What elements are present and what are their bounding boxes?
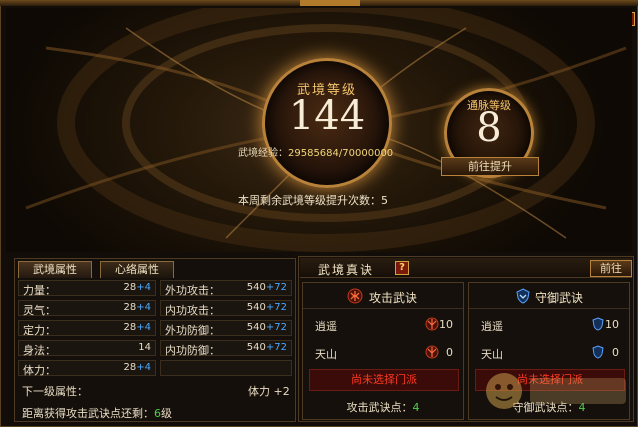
attack-arts-title: 攻击武诀 [369, 291, 418, 305]
art-name: 逍遥 [315, 320, 337, 333]
attack-point-distance: 距离获得攻击武诀点还剩：6级 [22, 405, 172, 421]
stat-row-inner-defense: 内功防御： 540+72 [160, 340, 292, 357]
distance-prefix: 距离获得攻击武诀点还剩： [22, 407, 154, 420]
realm-exp-value: 29585684/70000000 [288, 148, 394, 159]
defense-arts-header: 守御武诀 [469, 283, 629, 309]
stat-row-outer-attack: 外功攻击： 540+72 [160, 280, 292, 297]
stat-name: 定力： [23, 324, 56, 337]
stat-value: 28+4 [124, 302, 151, 313]
attack-arts-header: 攻击武诀 [303, 283, 463, 309]
defense-shield-icon [592, 345, 604, 359]
art-count: 10 [605, 318, 619, 331]
top-ornament [300, 0, 360, 6]
stat-base: 28 [123, 362, 137, 373]
next-level-attributes-label: 下一级属性： [22, 385, 88, 398]
stat-row-inner-attack: 内功攻击： 540+72 [160, 300, 292, 317]
stat-base: 540 [246, 342, 266, 353]
stat-name: 身法： [23, 344, 56, 357]
stat-value: 540+72 [247, 302, 287, 313]
attack-points: 攻击武诀点：4 [303, 399, 463, 415]
stat-row-outer-defense: 外功防御： 540+72 [160, 320, 292, 337]
stat-base: 540 [246, 302, 266, 313]
meridian-level-value: 8 [476, 105, 502, 151]
stat-base: 28 [123, 282, 137, 293]
stat-bonus: +4 [136, 362, 151, 373]
top-border [0, 0, 638, 6]
stat-base: 540 [246, 322, 266, 333]
stat-row-empty [160, 360, 292, 376]
stat-value: 540+72 [247, 322, 287, 333]
stat-row-focus: 定力： 28+4 [18, 320, 156, 337]
stat-value: 540+72 [247, 282, 287, 293]
next-level-attributes-value: 体力 +2 [248, 385, 290, 398]
defense-art-item[interactable]: 天山 0 [475, 343, 625, 363]
attack-points-value: 4 [412, 401, 420, 414]
stat-value: 28+4 [124, 362, 151, 373]
art-count: 0 [612, 346, 619, 359]
art-count: 0 [446, 346, 453, 359]
stat-base: 28 [123, 302, 137, 313]
stat-base: 28 [123, 322, 137, 333]
stat-base: 540 [246, 282, 266, 293]
stat-bonus: +72 [265, 342, 287, 353]
realm-exp: 武境经验：29585684/70000000 [238, 144, 438, 159]
stat-name: 外功防御： [165, 324, 220, 337]
distance-suffix: 级 [161, 407, 172, 420]
attack-rune-icon [425, 345, 439, 359]
stat-name: 灵气： [23, 304, 56, 317]
attack-rune-icon [347, 288, 363, 304]
defense-shield-icon [516, 288, 530, 304]
stat-value: 14 [138, 342, 151, 353]
weekly-upgrades-remaining: 本周剩余武境等级提升次数：5 [238, 194, 388, 207]
realm-level-orb: 武境等级 144 [262, 58, 392, 188]
defense-shield-icon [592, 317, 604, 331]
secret-arts-header: 武境真诀 [300, 258, 632, 278]
stat-name: 体力： [23, 364, 56, 377]
defense-arts-title: 守御武诀 [535, 291, 584, 305]
attack-points-label: 攻击武诀点： [346, 401, 413, 414]
distance-value: 6 [154, 407, 161, 420]
stat-bonus: +72 [265, 302, 287, 313]
stat-row-agility: 身法： 14 [18, 340, 156, 357]
stat-bonus: +4 [136, 302, 151, 313]
attack-art-item[interactable]: 逍遥 10 [309, 315, 459, 335]
attack-rune-icon [425, 317, 439, 331]
stat-name: 力量： [23, 284, 56, 297]
stat-base: 14 [138, 342, 151, 353]
art-name: 逍遥 [481, 320, 503, 333]
defense-art-item[interactable]: 逍遥 10 [475, 315, 625, 335]
attack-arts-column: 攻击武诀 逍遥 10 天山 0 尚未选择门派 攻击武诀点：4 [302, 282, 464, 420]
goto-button[interactable]: 前往 [590, 260, 632, 277]
tab-meridian-attributes[interactable]: 心络属性 [100, 261, 174, 278]
attack-art-item[interactable]: 天山 0 [309, 343, 459, 363]
realm-exp-label: 武境经验： [238, 148, 288, 159]
stat-row-spirit: 灵气： 28+4 [18, 300, 156, 317]
art-count: 10 [439, 318, 453, 331]
stat-value: 28+4 [124, 282, 151, 293]
attack-sect-warning[interactable]: 尚未选择门派 [309, 369, 459, 391]
stat-name: 内功攻击： [165, 304, 220, 317]
stat-bonus: +4 [136, 282, 151, 293]
stat-value: 540+72 [247, 342, 287, 353]
stat-bonus: +72 [265, 282, 287, 293]
art-name: 天山 [481, 348, 503, 361]
tab-realm-attributes[interactable]: 武境属性 [18, 261, 92, 278]
secret-arts-title: 武境真诀 [318, 263, 375, 277]
stat-row-strength: 力量： 28+4 [18, 280, 156, 297]
stat-bonus: +4 [136, 322, 151, 333]
stat-name: 内功防御： [165, 344, 220, 357]
stat-bonus: +72 [265, 322, 287, 333]
secret-arts-help-button[interactable]: ? [395, 261, 409, 275]
stat-value: 28+4 [124, 322, 151, 333]
stat-row-stamina: 体力： 28+4 [18, 360, 156, 377]
art-name: 天山 [315, 348, 337, 361]
site-watermark-logo [486, 373, 626, 409]
stat-name: 外功攻击： [165, 284, 220, 297]
realm-level-value: 144 [288, 93, 366, 139]
goto-upgrade-button[interactable]: 前往提升 [441, 157, 539, 176]
